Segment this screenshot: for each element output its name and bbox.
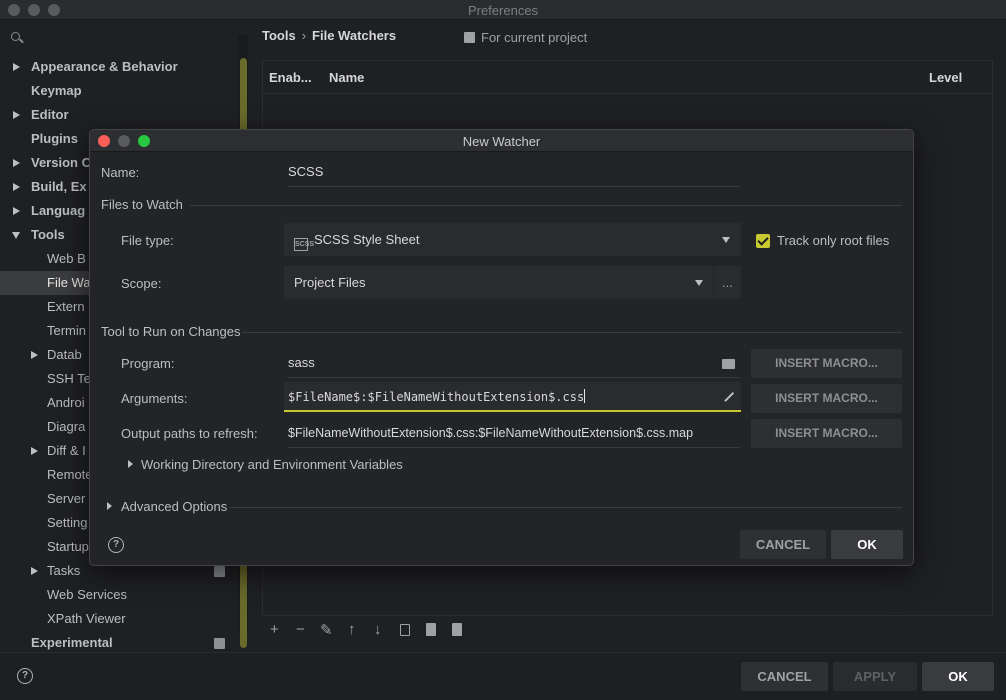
breadcrumb-tools[interactable]: Tools xyxy=(262,28,296,43)
remove-icon[interactable]: − xyxy=(296,621,305,638)
scope-browse-button[interactable]: ... xyxy=(714,266,741,299)
project-icon xyxy=(464,32,475,43)
column-enabled[interactable]: Enab... xyxy=(269,70,312,85)
for-current-project-label: For current project xyxy=(464,30,587,45)
track-root-files-label[interactable]: Track only root files xyxy=(777,233,889,248)
scss-file-icon: SCSS xyxy=(294,238,314,251)
expand-arrow-icon xyxy=(13,63,20,71)
chevron-down-icon xyxy=(695,280,703,286)
divider xyxy=(242,332,902,333)
insert-macro-arguments-button[interactable]: INSERT MACRO... xyxy=(751,384,902,413)
move-up-icon[interactable]: ↑ xyxy=(348,621,356,638)
dialog-cancel-button[interactable]: CANCEL xyxy=(740,530,826,559)
file-type-label: File type: xyxy=(121,233,174,248)
dialog-help-icon[interactable]: ? xyxy=(108,537,124,553)
output-paths-label: Output paths to refresh: xyxy=(121,426,258,441)
folder-icon[interactable] xyxy=(722,359,735,369)
export-icon[interactable] xyxy=(452,623,462,636)
files-to-watch-heading: Files to Watch xyxy=(101,197,183,212)
arguments-input[interactable]: $FileName$:$FileNameWithoutExtension$.cs… xyxy=(284,382,741,412)
name-label: Name: xyxy=(101,165,140,180)
column-level[interactable]: Level xyxy=(929,70,962,85)
project-scope-icon xyxy=(214,566,225,577)
dialog-title: New Watcher xyxy=(462,134,541,149)
new-watcher-dialog: New Watcher Name: SCSS Files to Watch Fi… xyxy=(89,129,914,566)
name-input[interactable]: SCSS xyxy=(288,157,740,187)
search-icon xyxy=(11,32,20,41)
add-icon[interactable]: + xyxy=(270,621,279,638)
divider xyxy=(230,507,902,508)
dialog-titlebar: New Watcher xyxy=(90,130,913,152)
import-icon[interactable] xyxy=(426,623,436,636)
track-root-files-checkbox[interactable] xyxy=(756,234,770,248)
column-name[interactable]: Name xyxy=(329,70,364,85)
scope-label: Scope: xyxy=(121,276,162,291)
settings-search-input[interactable] xyxy=(8,28,238,48)
advanced-options-toggle[interactable]: Advanced Options xyxy=(121,499,227,514)
dialog-ok-button[interactable]: OK xyxy=(831,530,903,559)
sidebar-item-web-services[interactable]: Web Services xyxy=(0,583,238,607)
window-title: Preferences xyxy=(467,3,539,18)
divider xyxy=(190,205,902,206)
edit-icon[interactable]: ✎ xyxy=(320,621,333,639)
chevron-down-icon xyxy=(722,237,730,243)
insert-macro-program-button[interactable]: INSERT MACRO... xyxy=(751,349,902,378)
scope-select[interactable]: Project Files xyxy=(284,266,713,299)
text-cursor xyxy=(584,389,586,403)
expand-arrow-icon[interactable] xyxy=(107,502,112,510)
collapse-arrow-icon xyxy=(12,232,20,239)
name-input-underline xyxy=(288,186,740,187)
output-paths-underline xyxy=(288,447,740,448)
output-paths-input[interactable]: $FileNameWithoutExtension$.css:$FileName… xyxy=(288,418,740,448)
table-toolbar: + − ✎ ↑ ↓ xyxy=(262,617,993,643)
sidebar-item-keymap[interactable]: Keymap xyxy=(0,79,238,103)
breadcrumb-separator: › xyxy=(301,28,307,43)
cancel-button[interactable]: CANCEL xyxy=(741,662,828,691)
arguments-label: Arguments: xyxy=(121,391,188,406)
program-input[interactable]: sass xyxy=(288,348,740,378)
table-header: Enab... Name Level xyxy=(263,61,992,94)
window-titlebar: Preferences xyxy=(0,0,1006,20)
expand-arrow-icon xyxy=(13,207,20,215)
program-label: Program: xyxy=(121,356,175,371)
ok-button[interactable]: OK xyxy=(922,662,994,691)
expand-arrow-icon xyxy=(13,111,20,119)
move-down-icon[interactable]: ↓ xyxy=(374,621,382,638)
breadcrumb: Tools › File Watchers xyxy=(262,28,396,43)
copy-icon[interactable] xyxy=(400,624,410,636)
expand-arrow-icon xyxy=(31,447,38,455)
breadcrumb-file-watchers: File Watchers xyxy=(312,28,397,43)
sidebar-item-xpath-viewer[interactable]: XPath Viewer xyxy=(0,607,238,631)
tool-to-run-heading: Tool to Run on Changes xyxy=(101,324,241,339)
apply-button[interactable]: APPLY xyxy=(833,662,917,691)
sidebar-item-appearance[interactable]: Appearance & Behavior xyxy=(0,55,238,79)
insert-macro-output-button[interactable]: INSERT MACRO... xyxy=(751,419,902,448)
program-input-underline xyxy=(288,377,740,378)
expand-arrow-icon xyxy=(31,567,38,575)
expand-arrow-icon xyxy=(13,183,20,191)
file-type-select[interactable]: SCSSSCSS Style Sheet xyxy=(284,223,741,256)
expand-arrow-icon[interactable] xyxy=(128,460,133,468)
expand-icon[interactable] xyxy=(722,391,734,403)
expand-arrow-icon xyxy=(31,351,38,359)
project-scope-icon xyxy=(214,638,225,649)
expand-arrow-icon xyxy=(13,159,20,167)
working-directory-toggle[interactable]: Working Directory and Environment Variab… xyxy=(141,457,403,472)
help-icon[interactable]: ? xyxy=(17,668,33,684)
sidebar-item-editor[interactable]: Editor xyxy=(0,103,238,127)
